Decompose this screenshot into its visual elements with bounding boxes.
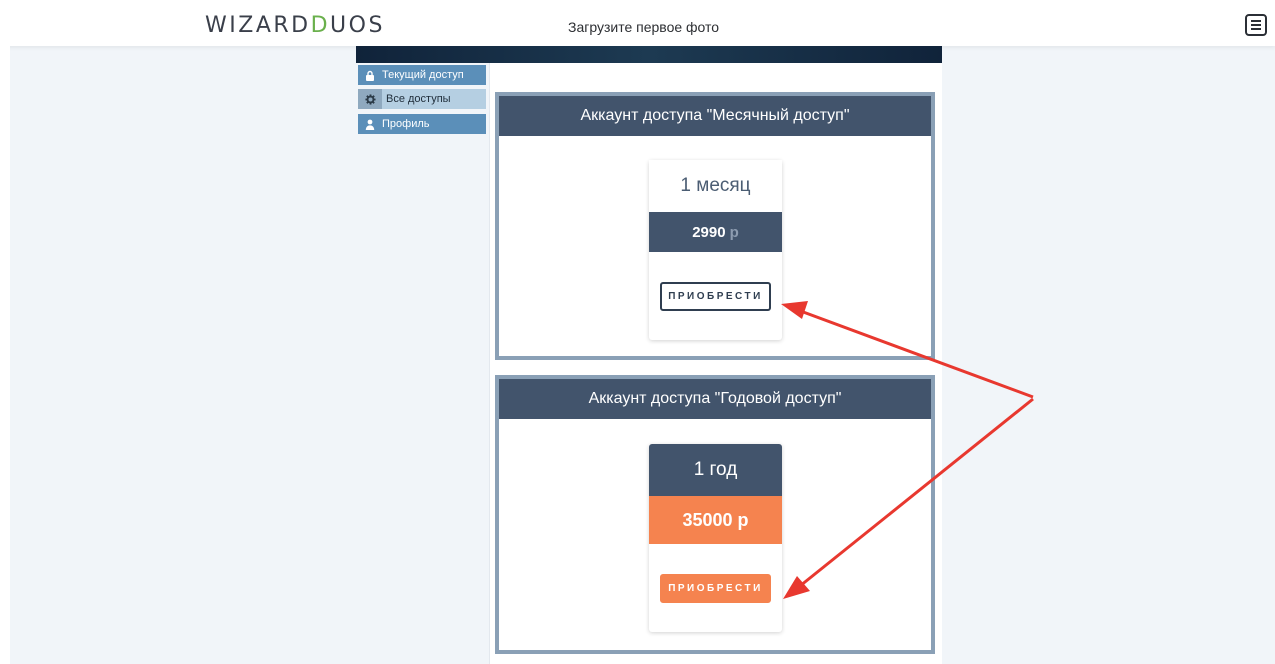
price-card: 1 год 35000 р ПРИОБРЕСТИ <box>649 444 782 632</box>
button-area: ПРИОБРЕСТИ <box>649 252 782 340</box>
plan-monthly: Аккаунт доступа "Месячный доступ" 1 меся… <box>495 92 935 360</box>
plan-header: Аккаунт доступа "Годовой доступ" <box>499 379 931 419</box>
plan-yearly: Аккаунт доступа "Годовой доступ" 1 год 3… <box>495 375 935 654</box>
upload-first-photo-link[interactable]: Загрузите первое фото <box>568 19 719 35</box>
currency: р <box>737 509 749 530</box>
cover-banner <box>356 46 942 63</box>
sidebar-item-label: Профиль <box>382 118 430 130</box>
sidebar-item-current-access[interactable]: Текущий доступ <box>358 65 486 85</box>
price-card: 1 месяц 2990 р ПРИОБРЕСТИ <box>649 160 782 340</box>
plan-duration: 1 год <box>649 444 782 496</box>
sidebar-item-label: Все доступы <box>386 93 451 105</box>
buy-button[interactable]: ПРИОБРЕСТИ <box>660 573 771 603</box>
sidebar-item-all-access[interactable]: Все доступы <box>358 89 486 109</box>
plan-duration: 1 месяц <box>649 160 782 212</box>
sidebar-item-label: Текущий доступ <box>382 69 464 81</box>
button-area: ПРИОБРЕСТИ <box>649 544 782 632</box>
price-value: 35000 <box>682 509 733 530</box>
top-header: WIZARDDUOS Загрузите первое фото <box>0 0 1275 46</box>
buy-button[interactable]: ПРИОБРЕСТИ <box>660 281 771 311</box>
hamburger-icon[interactable] <box>1245 14 1267 36</box>
price-value: 2990 <box>692 223 726 241</box>
user-icon <box>358 119 382 130</box>
currency: р <box>729 223 739 241</box>
sidebar: Текущий доступ Все доступы Профиль <box>356 63 490 664</box>
logo[interactable]: WIZARDDUOS <box>205 13 385 38</box>
plan-price: 2990 р <box>649 212 782 252</box>
left-strip <box>0 46 10 664</box>
plan-price: 35000 р <box>649 496 782 544</box>
plan-header: Аккаунт доступа "Месячный доступ" <box>499 96 931 136</box>
sidebar-item-profile[interactable]: Профиль <box>358 114 486 134</box>
lock-icon <box>358 70 382 81</box>
gear-icon <box>358 89 382 109</box>
